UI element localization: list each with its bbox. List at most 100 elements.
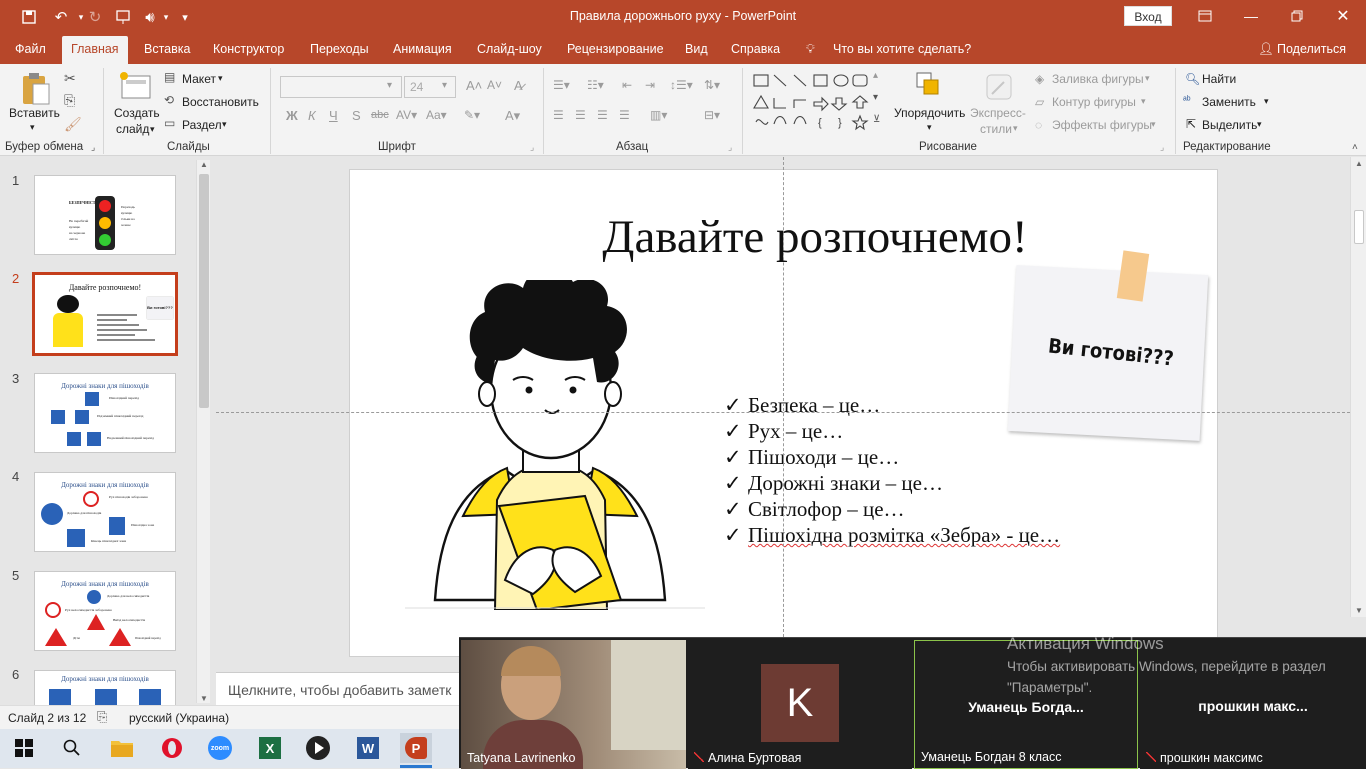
drawing-launcher-icon[interactable]: ⌟ [1160,142,1164,153]
maximize-icon[interactable] [1274,4,1320,28]
quick-styles-label-2[interactable]: стили [980,122,1012,136]
language-indicator[interactable]: русский (Украина) [129,711,229,725]
slide-thumbnail-4[interactable]: Дорожні знаки для пішоходів Рух пішоході… [34,472,176,552]
italic-icon[interactable]: К [308,108,316,123]
scroll-up-icon[interactable]: ▲ [1355,159,1363,168]
new-slide-dropdown-icon[interactable]: ▾ [150,124,155,135]
columns-icon[interactable]: ▥▾ [650,108,667,122]
reset-button[interactable]: Восстановить [182,95,259,109]
underline-icon[interactable]: Ч [329,108,338,123]
align-center-icon[interactable]: ☰ [575,108,586,122]
excel-icon[interactable]: X [254,733,286,763]
shapes-more-icon[interactable]: ⊻ [873,114,880,125]
scroll-down-icon[interactable]: ▼ [1355,606,1363,615]
ribbon-display-icon[interactable] [1182,4,1228,28]
scroll-up-icon[interactable]: ▲ [200,160,208,169]
new-slide-label[interactable]: Создать [114,106,160,120]
tab-file[interactable]: Файл [15,42,46,56]
section-dropdown-icon[interactable]: ▾ [222,119,227,130]
shape-fill-button[interactable]: Заливка фигуры [1052,72,1144,86]
word-icon[interactable]: W [352,733,384,763]
text-direction-icon[interactable]: ⇅▾ [704,78,720,92]
powerpoint-icon[interactable]: P [400,733,432,763]
arrange-dropdown-icon[interactable]: ▾ [927,122,932,133]
format-painter-icon[interactable]: 🖌︎ [64,116,82,133]
shadow-icon[interactable]: S [352,108,361,123]
shapes-scroll-up-icon[interactable]: ▴ [873,70,878,81]
tellme-search[interactable]: Что вы хотите сделать? [833,42,971,56]
layout-dropdown-icon[interactable]: ▾ [218,73,223,84]
select-dropdown-icon[interactable]: ▾ [1257,119,1262,130]
arrange-icon[interactable] [914,70,944,102]
tab-insert[interactable]: Вставка [144,42,190,56]
replace-icon[interactable]: ᵃᵇ [1183,95,1191,106]
decrease-indent-icon[interactable]: ⇤ [622,78,632,92]
grow-font-icon[interactable]: A˄ [466,78,482,93]
scroll-thumb[interactable] [1354,210,1364,244]
reset-icon[interactable]: ⟲ [164,93,174,107]
align-left-icon[interactable]: ☰ [553,108,564,122]
tab-view[interactable]: Вид [685,42,708,56]
quick-styles-label[interactable]: Экспресс- [970,106,1026,120]
numbering-icon[interactable]: ☷▾ [587,78,604,92]
opera-icon[interactable] [156,733,188,763]
font-launcher-icon[interactable]: ⌟ [530,142,534,153]
media-icon[interactable] [302,733,334,763]
boy-illustration[interactable] [405,280,705,610]
minimize-icon[interactable]: — [1228,4,1274,28]
shape-outline-button[interactable]: Контур фигуры [1052,95,1136,109]
slide-thumbnail-3[interactable]: Дорожні знаки для пішоходів Пішохідний п… [34,373,176,453]
layout-icon[interactable]: ▤ [164,70,175,84]
line-spacing-icon[interactable]: ↕☰▾ [670,78,693,92]
justify-icon[interactable]: ☰ [619,108,630,122]
tab-transitions[interactable]: Переходы [310,42,369,56]
highlight-icon[interactable]: ✎▾ [464,108,480,122]
replace-button[interactable]: Заменить [1202,95,1256,109]
collapse-ribbon-icon[interactable]: ˄ [1352,142,1358,153]
font-family-dropdown-icon[interactable]: ▾ [387,80,392,91]
slide-thumbnail-2[interactable]: Давайте розпочнемо! Ви готові??? [32,272,178,356]
shape-fill-dropdown-icon[interactable]: ▾ [1145,73,1150,84]
tab-home[interactable]: Главная [62,36,128,64]
section-button[interactable]: Раздел [182,118,222,132]
strikethrough-icon[interactable]: abc [371,109,389,121]
select-button[interactable]: Выделить [1202,118,1257,132]
font-color-icon[interactable]: A▾ [505,108,520,124]
copy-icon[interactable]: ⎘ [64,92,75,109]
zoom-icon[interactable]: zoom [204,733,236,763]
tab-design[interactable]: Конструктор [213,42,284,56]
bullets-icon[interactable]: ☰▾ [553,78,570,92]
shrink-font-icon[interactable]: A˅ [487,78,502,92]
search-icon[interactable] [56,733,88,763]
tab-slideshow[interactable]: Слайд-шоу [477,42,542,56]
quick-styles-dropdown-icon[interactable]: ▾ [1013,123,1018,134]
bullet-list[interactable]: ✓ Безпека – це… ✓ Рух – це… ✓ Пішоходи – це… [724,392,1060,548]
find-icon[interactable]: 🔍︎ [1185,72,1200,86]
quick-styles-icon[interactable] [984,72,1014,102]
paste-button[interactable]: Вставить [9,106,60,120]
spellcheck-icon[interactable]: ⎘ [97,709,107,725]
new-slide-icon[interactable] [118,70,152,100]
notes-placeholder[interactable]: Щелкните, чтобы добавить заметк [228,682,451,698]
scroll-thumb[interactable] [199,174,209,408]
shapes-gallery[interactable]: {} [752,72,872,134]
slide-thumbnail-6[interactable]: Дорожні знаки для пішоходів [34,670,176,710]
signin-button[interactable]: Вход [1124,6,1172,26]
thumbnails-scrollbar[interactable]: ▲ ▼ [196,160,210,703]
paste-icon[interactable] [18,70,52,106]
shape-effects-dropdown-icon[interactable]: ▾ [1151,119,1156,130]
bold-icon[interactable]: Ж [286,108,298,123]
increase-indent-icon[interactable]: ⇥ [645,78,655,92]
new-slide-label-2[interactable]: слайд [116,122,149,136]
close-icon[interactable]: ✕ [1320,4,1366,28]
shape-outline-dropdown-icon[interactable]: ▾ [1141,96,1146,107]
replace-dropdown-icon[interactable]: ▾ [1264,96,1269,107]
paragraph-launcher-icon[interactable]: ⌟ [728,142,732,153]
font-size-dropdown-icon[interactable]: ▾ [442,80,447,91]
vertical-guide[interactable] [783,157,784,637]
video-tile-tatyana[interactable]: Tatyana Lavrinenko [461,640,686,769]
align-text-icon[interactable]: ⊟▾ [704,108,720,122]
layout-button[interactable]: Макет [182,72,216,86]
scroll-down-icon[interactable]: ▼ [200,694,208,703]
paste-dropdown-icon[interactable]: ▾ [30,122,35,133]
